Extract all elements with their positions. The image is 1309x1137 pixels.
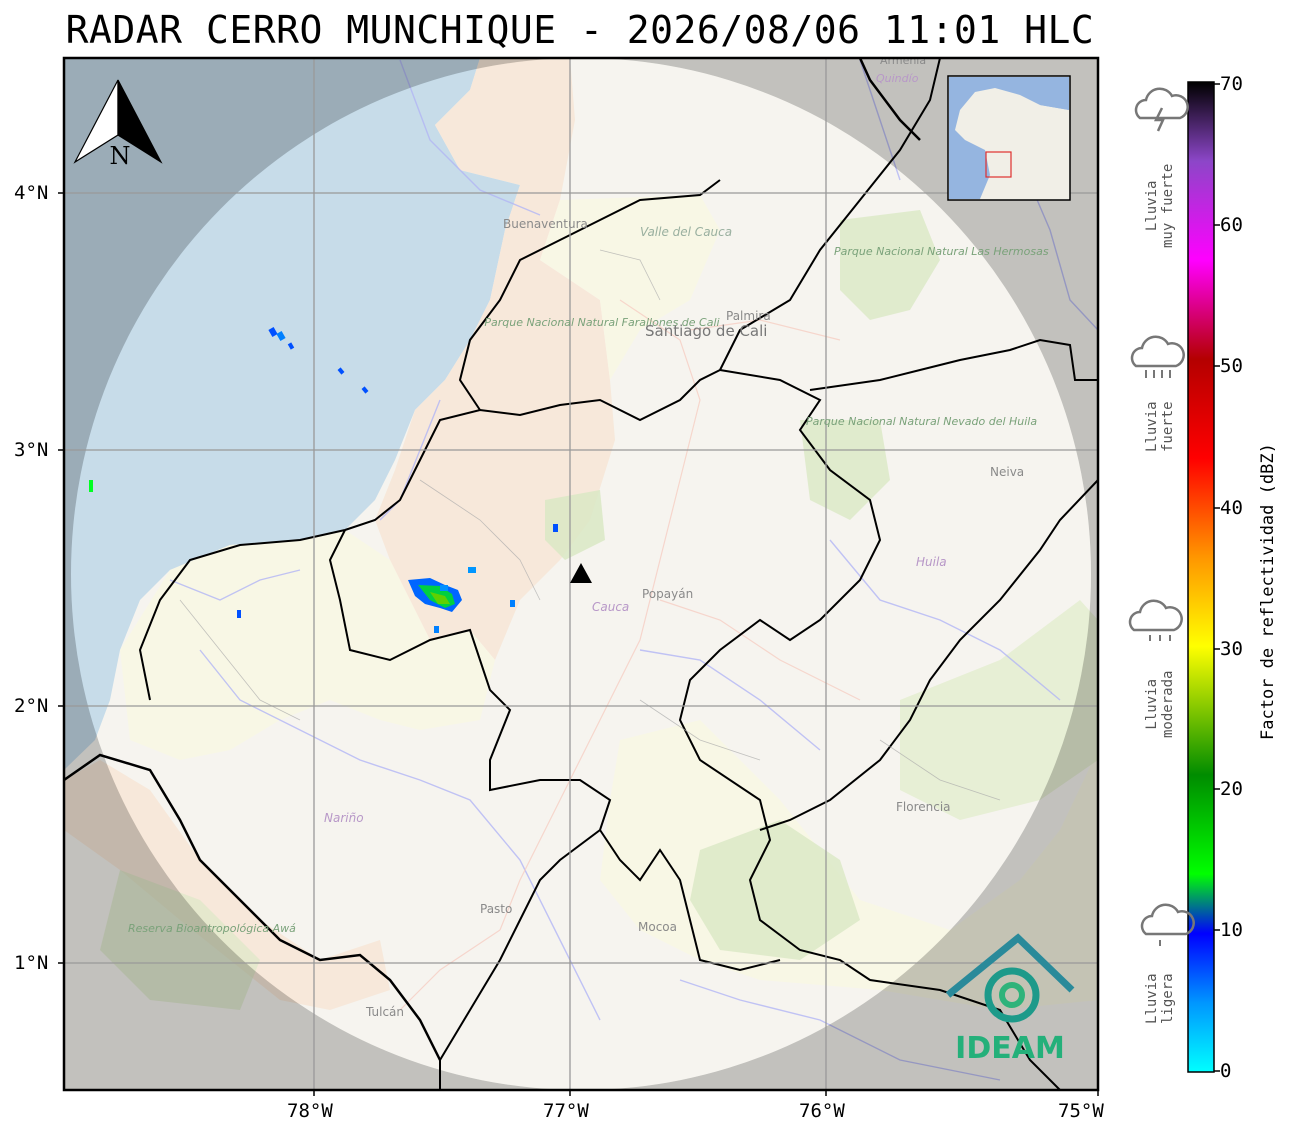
lat-label-4n: 4°N — [14, 182, 49, 204]
colorbar-title: Factor de reflectividad (dBZ) — [1258, 443, 1278, 740]
light-rain-icon — [1140, 903, 1195, 946]
place-label: Tulcán — [365, 1005, 404, 1019]
category-line: muy fuerte — [1160, 163, 1176, 248]
category-line: fuerte — [1160, 401, 1176, 452]
moderate-rain-icon — [1128, 599, 1183, 641]
place-label: Mocoa — [638, 920, 677, 934]
category-line: Lluvia — [1144, 973, 1160, 1024]
thunderstorm-icon — [1134, 87, 1189, 132]
lon-label-75w: 75°W — [1058, 1100, 1104, 1122]
colorbar-tick: 70 — [1220, 73, 1243, 95]
place-label: Parque Nacional Natural Nevado del Huila — [806, 415, 1037, 428]
inset-locator-map — [947, 75, 1071, 201]
place-label: Nariño — [324, 811, 364, 825]
north-arrow-label: N — [110, 142, 131, 170]
ideam-logo-text: IDEAM — [955, 1031, 1065, 1066]
lat-label-3n: 3°N — [14, 439, 49, 461]
lat-label-1n: 1°N — [14, 952, 49, 974]
lon-label-78w: 78°W — [287, 1100, 333, 1122]
colorbar-tick: 30 — [1220, 638, 1243, 660]
colorbar-tick: 10 — [1220, 919, 1243, 941]
category-very-heavy: Lluvia muy fuerte — [1144, 164, 1176, 248]
colorbar-tick: 60 — [1220, 214, 1243, 236]
place-label: Huila — [916, 555, 947, 569]
lon-label-76w: 76°W — [799, 1100, 845, 1122]
place-label: Valle del Cauca — [640, 225, 732, 239]
place-label: Buenaventura — [503, 217, 588, 231]
category-line: Lluvia — [1144, 401, 1160, 452]
category-light: Lluvia ligera — [1144, 973, 1176, 1024]
category-line: Lluvia — [1144, 679, 1160, 730]
radar-map: Buenaventura Valle del Cauca Palmira Par… — [58, 54, 1220, 1096]
place-label: Palmira — [726, 309, 771, 323]
colorbar-tick: 40 — [1220, 497, 1243, 519]
colorbar-tick: 50 — [1220, 355, 1243, 377]
place-label: Florencia — [896, 800, 951, 814]
place-label: Pasto — [480, 902, 512, 916]
place-label: Cauca — [592, 600, 629, 614]
category-line: moderada — [1160, 670, 1176, 738]
place-label: Quindío — [876, 72, 919, 85]
colorbar — [1187, 81, 1215, 1073]
lon-label-77w: 77°W — [543, 1100, 589, 1122]
place-label: Neiva — [990, 465, 1024, 479]
lat-label-2n: 2°N — [14, 695, 49, 717]
place-label: Parque Nacional Natural Las Hermosas — [834, 245, 1049, 258]
place-label: Santiago de Cali — [645, 322, 767, 340]
place-label: Reserva Bioantropológica Awá — [128, 922, 296, 935]
heavy-rain-icon — [1130, 335, 1185, 378]
category-line: Lluvia — [1144, 180, 1160, 232]
category-line: ligera — [1160, 973, 1176, 1024]
colorbar-tick: 0 — [1220, 1060, 1232, 1082]
category-heavy: Lluvia fuerte — [1144, 401, 1176, 452]
colorbar-tick: 20 — [1220, 778, 1243, 800]
category-moderate: Lluvia moderada — [1144, 671, 1176, 738]
place-label: Armenia — [880, 54, 926, 67]
place-label: Popayán — [642, 587, 693, 601]
